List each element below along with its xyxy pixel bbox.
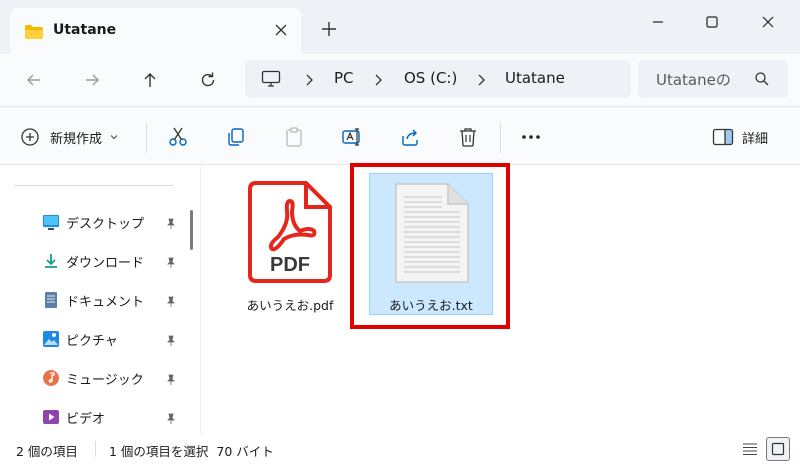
breadcrumb-folder[interactable]: Utatane	[505, 69, 565, 87]
navigation-bar: PC OS (C:) Utatane Utataneの	[0, 54, 800, 106]
rename-icon	[342, 128, 360, 146]
refresh-button[interactable]	[194, 67, 222, 93]
breadcrumb-drive[interactable]: OS (C:)	[404, 69, 457, 87]
computer-icon	[261, 70, 281, 92]
tab-utatane[interactable]: Utatane	[10, 8, 301, 54]
sidebar-item-label: デスクトップ	[66, 217, 145, 232]
highlight-frame	[350, 163, 510, 329]
up-button[interactable]	[136, 67, 164, 93]
rename-button[interactable]	[339, 124, 365, 150]
new-button[interactable]: 新規作成	[20, 124, 120, 150]
pdf-icon-label: PDF	[270, 254, 310, 276]
copy-icon	[228, 128, 244, 146]
chevron-right-icon[interactable]	[303, 72, 315, 91]
new-tab-icon[interactable]	[318, 18, 340, 40]
share-button[interactable]	[397, 124, 423, 150]
toolbar-divider	[146, 123, 147, 153]
back-button[interactable]	[20, 67, 48, 93]
sidebar-item-music[interactable]: ミュージック	[0, 363, 190, 393]
sidebar-divider	[14, 185, 174, 186]
sidebar-scrollbar[interactable]	[190, 210, 193, 250]
pin-icon[interactable]	[165, 410, 177, 429]
copy-button[interactable]	[223, 124, 249, 150]
forward-button[interactable]	[78, 67, 106, 93]
chevron-right-icon[interactable]	[475, 72, 487, 91]
close-window-button[interactable]	[746, 8, 790, 36]
documents-icon	[42, 291, 60, 309]
delete-button[interactable]	[455, 124, 481, 150]
share-icon	[402, 129, 418, 146]
chevron-right-icon[interactable]	[372, 72, 384, 91]
pin-icon[interactable]	[165, 332, 177, 351]
sidebar-item-downloads[interactable]: ダウンロード	[0, 246, 190, 276]
arrow-right-icon	[86, 74, 99, 86]
toolbar-divider	[500, 123, 501, 153]
minimize-button[interactable]	[636, 8, 680, 36]
address-bar[interactable]: PC OS (C:) Utatane	[245, 60, 631, 98]
download-icon	[42, 252, 60, 270]
new-button-label: 新規作成	[50, 131, 103, 147]
status-divider	[95, 441, 96, 457]
chevron-down-icon	[110, 135, 118, 140]
clipboard-icon	[286, 127, 302, 147]
list-view-icon	[743, 443, 757, 456]
search-box[interactable]: Utataneの	[638, 60, 788, 98]
refresh-icon	[201, 72, 215, 87]
maximize-button[interactable]	[690, 8, 734, 36]
large-icons-view-button[interactable]	[766, 437, 790, 461]
pin-icon[interactable]	[165, 293, 177, 312]
pictures-icon	[42, 330, 60, 348]
desktop-icon	[42, 213, 60, 231]
arrow-left-icon	[27, 74, 40, 86]
command-bar: 新規作成 詳細	[0, 107, 800, 165]
sidebar-item-label: ダウンロード	[66, 256, 145, 271]
pdf-file-icon: PDF	[246, 179, 334, 289]
details-label: 詳細	[742, 131, 769, 147]
trash-icon	[460, 128, 476, 147]
details-pane-icon	[712, 128, 734, 146]
breadcrumb-pc[interactable]: PC	[334, 69, 354, 87]
search-icon	[754, 71, 770, 91]
title-bar: Utatane	[0, 0, 800, 54]
scissors-icon	[169, 127, 187, 146]
videos-icon	[42, 408, 60, 426]
pin-icon[interactable]	[165, 215, 177, 234]
navigation-pane: デスクトップ ダウンロード ドキュメント ピクチャ ミュージック ビデオ	[0, 165, 200, 435]
arrow-up-icon	[144, 73, 156, 87]
pin-icon[interactable]	[165, 254, 177, 273]
sidebar-item-desktop[interactable]: デスクトップ	[0, 207, 190, 237]
sidebar-item-label: ビデオ	[66, 412, 106, 427]
sidebar-item-videos[interactable]: ビデオ	[0, 402, 190, 432]
pin-icon[interactable]	[165, 371, 177, 390]
sidebar-item-label: ドキュメント	[66, 295, 145, 310]
music-icon	[42, 369, 60, 387]
close-tab-icon[interactable]	[272, 21, 290, 39]
ellipsis-icon	[522, 135, 540, 139]
selection-info: 1 個の項目を選択 70 バイト	[109, 444, 274, 459]
cut-button[interactable]	[165, 124, 191, 150]
file-item-pdf[interactable]: PDF あいうえお.pdf	[228, 173, 352, 315]
status-bar: 2 個の項目 1 個の項目を選択 70 バイト	[0, 435, 800, 464]
folder-icon	[24, 24, 44, 44]
paste-button[interactable]	[281, 124, 307, 150]
details-view-button[interactable]	[738, 437, 762, 461]
plus-circle-icon	[21, 128, 39, 146]
more-options-button[interactable]	[518, 124, 544, 150]
sidebar-item-label: ピクチャ	[66, 334, 118, 349]
sidebar-item-pictures[interactable]: ピクチャ	[0, 324, 190, 354]
details-pane-button[interactable]: 詳細	[712, 124, 768, 150]
sidebar-item-documents[interactable]: ドキュメント	[0, 285, 190, 315]
file-name: あいうえお.pdf	[246, 298, 334, 313]
item-count: 2 個の項目	[16, 444, 78, 459]
sidebar-item-label: ミュージック	[66, 373, 144, 388]
search-placeholder: Utataneの	[656, 71, 731, 89]
tab-title: Utatane	[53, 22, 117, 38]
large-icons-view-icon	[771, 442, 785, 456]
